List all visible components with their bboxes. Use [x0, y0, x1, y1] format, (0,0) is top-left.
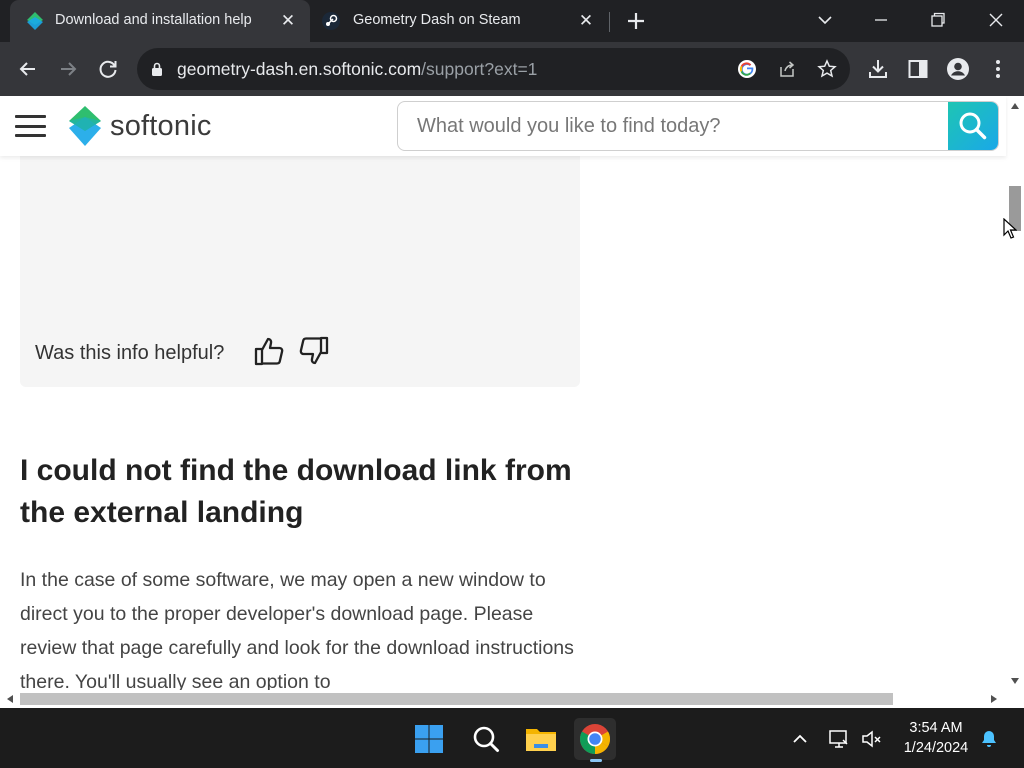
google-lens-icon[interactable]	[737, 59, 757, 79]
notification-bell-icon[interactable]	[978, 728, 1000, 750]
section-paragraph: In the case of some software, we may ope…	[20, 569, 574, 690]
page-viewport: softonic Was this info helpful?	[0, 96, 1024, 708]
browser-toolbar: geometry-dash.en.softonic.com/support?ex…	[0, 42, 1024, 96]
tab-title: Geometry Dash on Steam	[353, 12, 521, 28]
tab-strip: Download and installation help ✕ Geometr…	[0, 0, 1024, 42]
thumbs-up-icon[interactable]	[253, 335, 285, 367]
url-text[interactable]: geometry-dash.en.softonic.com/support?ex…	[177, 59, 537, 80]
restore-icon[interactable]	[923, 6, 953, 34]
download-icon[interactable]	[866, 57, 890, 81]
section-title: I could not find the download link from …	[20, 454, 572, 529]
softonic-favicon-icon	[27, 12, 43, 30]
helpful-prompt: Was this info helpful?	[35, 342, 225, 364]
tab-search-chevron-icon[interactable]	[810, 6, 840, 34]
hamburger-menu-icon[interactable]	[15, 115, 46, 137]
url-host: geometry-dash.en.softonic.com	[177, 59, 422, 79]
lock-icon[interactable]	[151, 61, 163, 77]
close-tab-icon[interactable]: ✕	[278, 11, 298, 31]
chrome-icon	[579, 724, 611, 754]
tab-geometry-dash-steam[interactable]: Geometry Dash on Steam ✕	[312, 0, 608, 42]
search-icon	[959, 112, 987, 140]
scroll-left-arrow-icon[interactable]	[7, 695, 13, 703]
screen: Download and installation help ✕ Geometr…	[0, 0, 1024, 768]
vertical-scrollbar[interactable]	[1006, 96, 1024, 690]
scroll-right-arrow-icon[interactable]	[991, 695, 997, 703]
tab-separator	[609, 12, 610, 32]
scroll-up-arrow-icon[interactable]	[1011, 103, 1019, 109]
mouse-cursor-icon	[1003, 218, 1017, 239]
file-explorer-icon[interactable]	[520, 718, 562, 760]
search-button[interactable]	[948, 102, 998, 150]
logo-text: softonic	[110, 109, 212, 142]
tab-title: Download and installation help	[55, 12, 252, 28]
search-icon[interactable]	[465, 718, 507, 760]
show-hidden-icons-chevron-icon[interactable]	[789, 728, 811, 750]
bookmark-star-icon[interactable]	[817, 59, 837, 79]
search-input[interactable]	[398, 102, 949, 150]
steam-favicon-icon	[322, 12, 340, 30]
windows-start-icon[interactable]	[408, 718, 450, 760]
horizontal-scrollbar[interactable]	[0, 690, 1006, 708]
new-tab-icon[interactable]	[624, 9, 648, 33]
reload-icon[interactable]	[95, 56, 121, 82]
scrollbar-corner	[1006, 690, 1024, 708]
site-header: softonic	[0, 96, 1006, 156]
feedback-panel: Was this info helpful?	[20, 156, 580, 387]
taskbar-clock[interactable]: 3:54 AM 1/24/2024	[893, 718, 979, 758]
more-menu-icon[interactable]	[986, 57, 1010, 81]
softonic-logo[interactable]: softonic	[68, 106, 212, 146]
tab-download-help[interactable]: Download and installation help ✕	[10, 0, 310, 42]
softonic-logo-icon	[69, 106, 101, 146]
back-arrow-icon[interactable]	[15, 56, 41, 82]
active-app-indicator	[590, 759, 602, 762]
windows-taskbar: 3:54 AM 1/24/2024	[0, 708, 1024, 768]
close-tab-icon[interactable]: ✕	[576, 11, 596, 31]
close-window-icon[interactable]	[981, 6, 1011, 34]
address-bar[interactable]: geometry-dash.en.softonic.com/support?ex…	[137, 48, 850, 90]
url-path: /support?ext=1	[421, 59, 538, 79]
minimize-icon[interactable]	[866, 6, 896, 34]
side-panel-icon[interactable]	[906, 57, 930, 81]
thumbs-down-icon[interactable]	[298, 335, 330, 367]
clock-time: 3:54 AM	[909, 720, 963, 736]
profile-avatar-icon[interactable]	[946, 57, 970, 81]
network-icon[interactable]	[828, 728, 850, 750]
horizontal-scroll-thumb[interactable]	[20, 693, 893, 705]
share-icon[interactable]	[777, 59, 797, 79]
volume-muted-icon[interactable]	[860, 728, 882, 750]
site-search	[397, 101, 999, 151]
chrome-taskbar-app[interactable]	[574, 718, 616, 762]
scroll-down-arrow-icon[interactable]	[1011, 678, 1019, 684]
page-content: Was this info helpful? I could not find …	[0, 156, 1006, 690]
clock-date: 1/24/2024	[903, 740, 969, 756]
forward-arrow-icon[interactable]	[55, 56, 81, 82]
